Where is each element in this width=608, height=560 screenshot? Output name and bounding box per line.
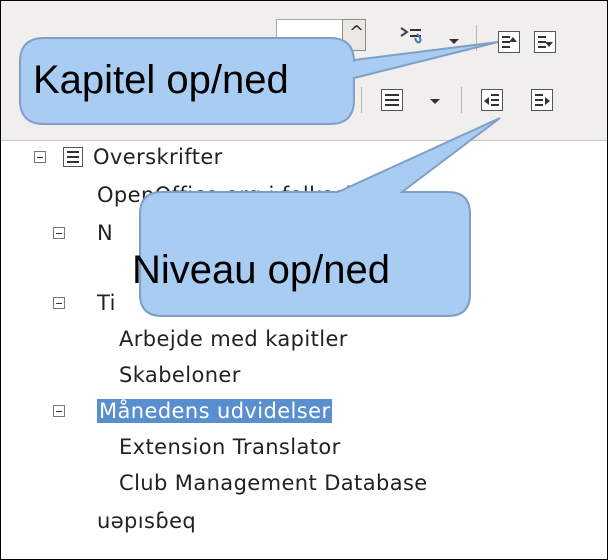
level-callout-label: Niveau op/ned: [132, 248, 390, 292]
chapter-callout-label: Kapitel op/ned: [33, 58, 289, 102]
